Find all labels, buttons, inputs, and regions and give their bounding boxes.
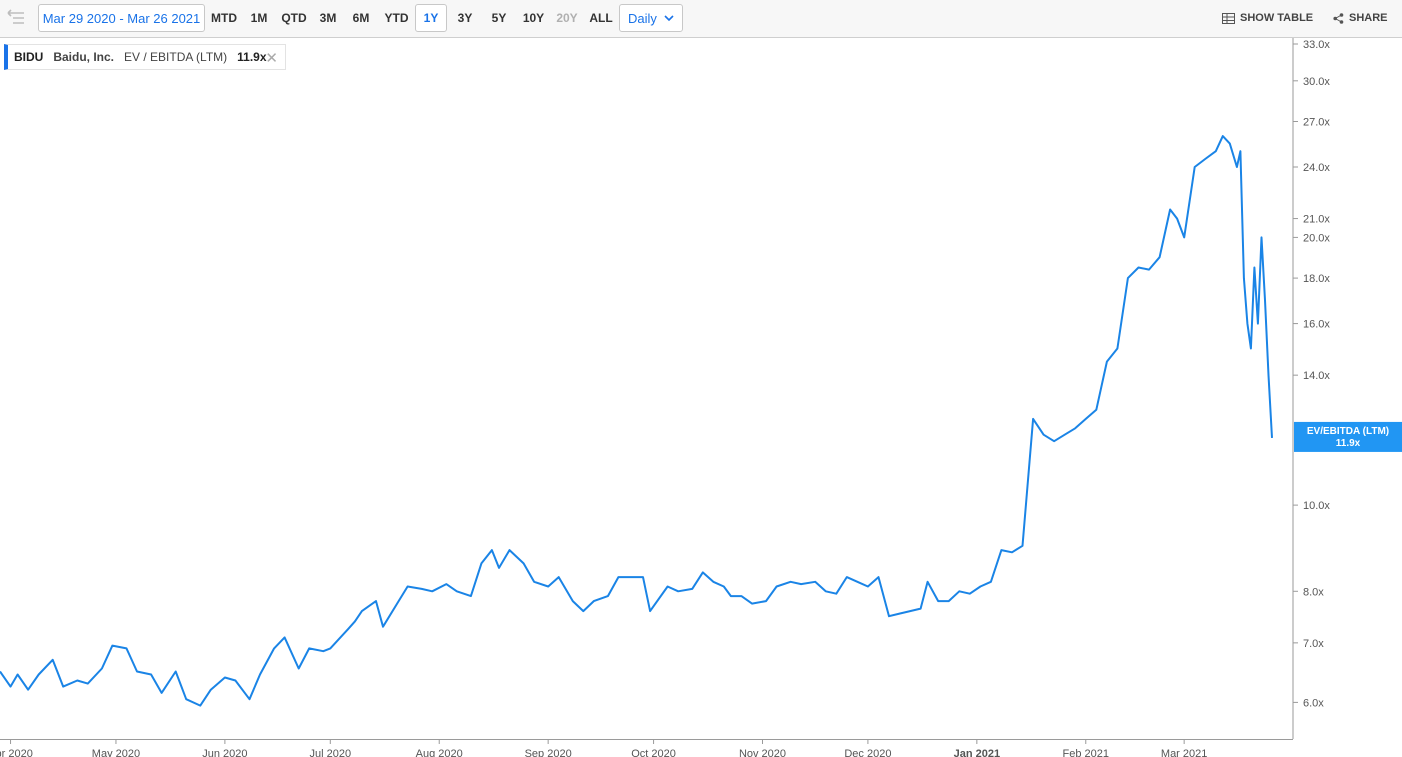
last-value-flag-value: 11.9x: [1336, 438, 1361, 449]
x-tick-label: Mar 2021: [1161, 748, 1207, 757]
legend-value: 11.9x: [237, 50, 267, 64]
y-tick-label: 33.0x: [1303, 39, 1330, 51]
x-tick-label: Feb 2021: [1063, 748, 1109, 757]
y-tick-label: 6.0x: [1303, 697, 1324, 709]
range-button-qtd[interactable]: QTD: [277, 4, 311, 32]
y-tick-label: 7.0x: [1303, 638, 1324, 650]
chart-toolbar: Mar 29 2020 - Mar 26 2021 MTD 1M QTD 3M 6M YT…: [0, 0, 1402, 38]
x-tick-label: Jun 2020: [202, 748, 247, 757]
x-tick-label: Nov 2020: [739, 748, 786, 757]
range-button-5y[interactable]: 5Y: [483, 4, 515, 32]
share-button[interactable]: SHARE: [1333, 10, 1388, 26]
y-tick-label: 18.0x: [1303, 273, 1330, 285]
range-button-10y[interactable]: 10Y: [517, 4, 550, 32]
table-icon: [1222, 12, 1235, 24]
legend-metric: EV / EBITDA (LTM): [124, 50, 228, 64]
y-tick-label: 21.0x: [1303, 214, 1330, 226]
range-button-all[interactable]: ALL: [585, 4, 617, 32]
range-button-1m[interactable]: 1M: [244, 4, 274, 32]
y-tick-label: 24.0x: [1303, 162, 1330, 174]
show-table-button[interactable]: SHOW TABLE: [1222, 10, 1313, 26]
remove-series-icon[interactable]: ✕: [265, 49, 278, 67]
legend-company: Baidu, Inc.: [53, 50, 115, 64]
range-button-3y[interactable]: 3Y: [449, 4, 481, 32]
range-button-ytd[interactable]: YTD: [380, 4, 413, 32]
y-tick-label: 27.0x: [1303, 117, 1330, 129]
y-tick-label: 10.0x: [1303, 500, 1330, 512]
interval-select[interactable]: Daily: [619, 4, 683, 32]
y-tick-label: 8.0x: [1303, 586, 1324, 598]
range-button-20y: 20Y: [556, 11, 578, 25]
range-button-1y[interactable]: 1Y: [415, 4, 447, 32]
x-tick-label: May 2020: [92, 748, 140, 757]
range-button-6m[interactable]: 6M: [346, 4, 376, 32]
share-label: SHARE: [1349, 12, 1388, 24]
interval-value: Daily: [628, 10, 657, 26]
x-tick-label: Oct 2020: [631, 748, 676, 757]
series-legend-tag: BIDU Baidu, Inc. EV / EBITDA (LTM) 11.9x…: [4, 44, 286, 70]
range-button-mtd[interactable]: MTD: [206, 4, 242, 32]
x-tick-label: Jul 2020: [310, 748, 352, 757]
y-tick-label: 20.0x: [1303, 232, 1330, 244]
chevron-down-icon: [664, 15, 674, 22]
show-table-label: SHOW TABLE: [1240, 12, 1314, 24]
ev-ebitda-line-chart: 33.0x 30.0x 27.0x 24.0x 21.0x 20.0x 18.0x 16.0x…: [0, 38, 1402, 757]
collapse-menu-icon[interactable]: [6, 9, 26, 27]
x-tick-label: Apr 2020: [0, 748, 33, 757]
date-range-picker[interactable]: Mar 29 2020 - Mar 26 2021: [38, 4, 205, 32]
y-tick-label: 16.0x: [1303, 319, 1330, 331]
x-tick-label: Sep 2020: [525, 748, 572, 757]
last-value-flag-metric: EV/EBITDA (LTM): [1307, 426, 1389, 437]
x-tick-label: Aug 2020: [416, 748, 463, 757]
y-tick-label: 14.0x: [1303, 370, 1330, 382]
x-tick-label: Jan 2021: [954, 748, 1000, 757]
legend-ticker: BIDU: [14, 50, 44, 64]
x-tick-label: Dec 2020: [844, 748, 891, 757]
series-line-0[interactable]: [0, 135, 1273, 707]
share-icon: [1333, 12, 1344, 24]
range-button-3m[interactable]: 3M: [313, 4, 343, 32]
y-tick-label: 30.0x: [1303, 76, 1330, 88]
